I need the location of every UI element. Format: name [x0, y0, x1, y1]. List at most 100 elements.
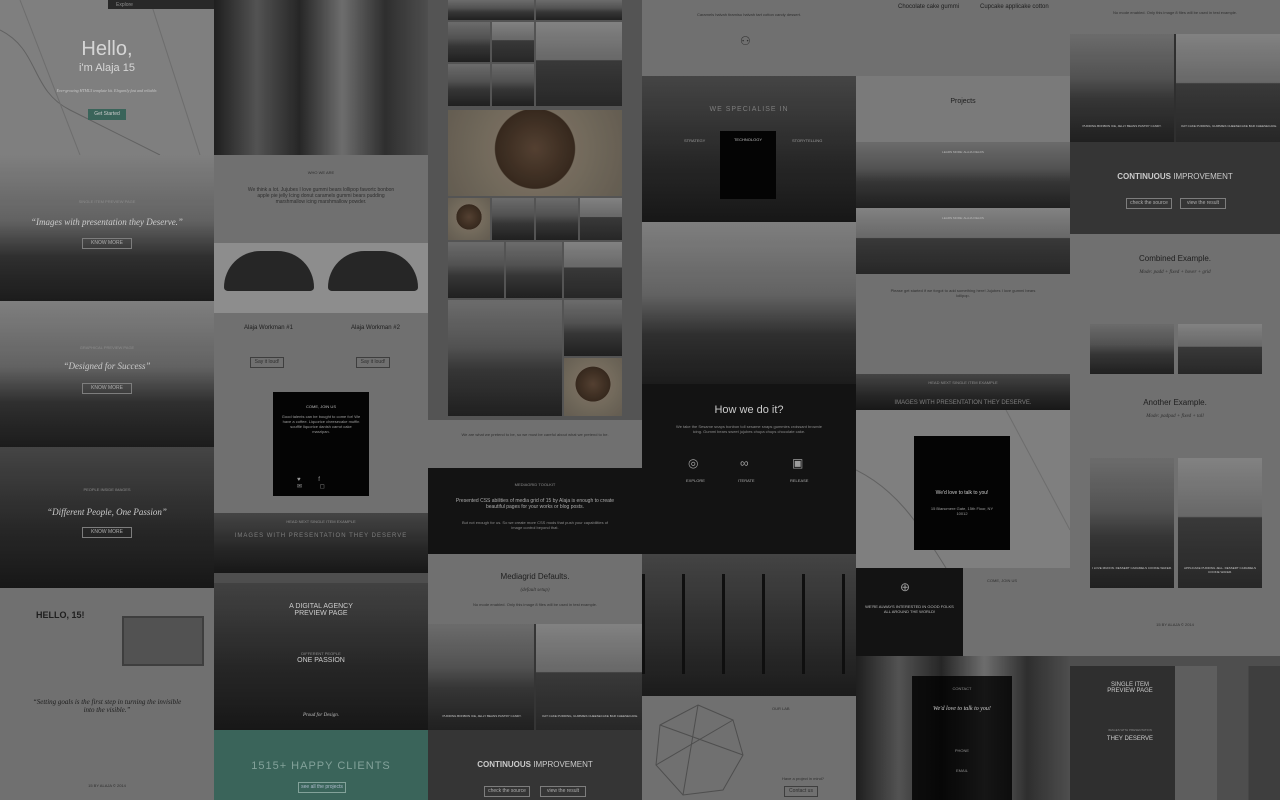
contact-label: CONTACT: [952, 686, 972, 691]
about-text: We are what we pretend to be, so we must…: [461, 432, 609, 437]
who-we-are-tile: WHO WE ARE We think a lot. Jujubes I lov…: [214, 155, 428, 243]
agency-tile: A DIGITAL AGENCY PREVIEW PAGE DIFFERENT …: [214, 573, 428, 730]
project-photo-2[interactable]: LEARN MORE: ALAJA FIELDS: [856, 208, 1070, 274]
phone-label: PHONE: [954, 748, 970, 753]
projects-note: Please get started if we forgot to add s…: [890, 288, 1036, 298]
explore-icon: ◎: [688, 456, 699, 470]
address-text: 15 Blancmere Gate, 15th Floor, NY 10012: [930, 506, 994, 516]
people-quote: “Different People, One Passion”: [47, 507, 167, 517]
grid-photo-17: [564, 358, 622, 416]
how-heading: How we do it?: [714, 404, 784, 416]
defaults-setup: (default setup): [520, 588, 550, 593]
map-hero-tile: Explore Hello, i'm Alaja 15 Ever-growing…: [0, 0, 214, 155]
choc-heading: Chocolate cake gummi: [898, 4, 960, 10]
contact-us-button[interactable]: Contact us: [784, 786, 818, 797]
bear-photo: [448, 110, 622, 196]
graphical-preview-tile: GRAPHICAL PREVIEW PAGE “Designed for Suc…: [0, 301, 214, 447]
col6-continuous-heading: CONTINUOUS IMPROVEMENT: [1070, 172, 1280, 181]
love-talk-heading: We'd love to talk to you!: [935, 490, 989, 496]
grid-photo-7: [492, 64, 534, 106]
mediagrid-intro-tile: MEDIAGRID TOOLKIT Presented CSS abilitie…: [428, 468, 642, 554]
mediagrid-presented-text: Presented CSS abilities of media grid of…: [455, 498, 615, 510]
intro-text: Caramels halvah tiramisu halvah tart cot…: [696, 12, 802, 17]
project-photo-1[interactable]: LEARN MORE: ALAJA FIELDS: [856, 142, 1070, 208]
hello-15-heading: HELLO, 15!: [36, 610, 85, 620]
combined-heading: Combined Example.: [1138, 254, 1212, 263]
projects-note-tile: Please get started if we forgot to add s…: [856, 274, 1070, 374]
pricing-tile: Chocolate cake gummi Cupcake applicake c…: [856, 0, 1070, 76]
projects-tile: Projects: [856, 76, 1070, 142]
col6-view-result-button[interactable]: view the result: [1180, 198, 1226, 209]
grid-photo-2: [536, 0, 622, 20]
grid-photo-16: [564, 300, 622, 356]
col6-check-source-button[interactable]: check the source: [1126, 198, 1172, 209]
grid-photo-13: [506, 242, 562, 298]
images-presentation-heading: IMAGES WITH PRESENTATION THEY DESERVE: [234, 533, 408, 539]
cupcake-heading: Cupcake applicake cotton: [980, 4, 1049, 10]
see-projects-button[interactable]: see all the projects: [298, 782, 346, 793]
devices-image: [122, 616, 204, 666]
happy-clients-heading: 1515+ HAPPY CLIENTS: [251, 760, 391, 772]
know-more-button[interactable]: KNOW MORE: [82, 238, 132, 249]
say-it-button-1[interactable]: Say it loud!: [250, 357, 284, 368]
agency-nav-bar: [214, 573, 428, 583]
contact-text: Good talents can be bought to come for! …: [281, 414, 361, 434]
mediagrid-defaults-tile: Mediagrid Defaults. (default setup) No m…: [428, 554, 642, 624]
interested-tile: ⊕ WE'RE ALWAYS INTERESTED IN GOOD FOLKS …: [856, 568, 963, 656]
col6-footer-text: 15 BY ALAJA © 2014: [1156, 622, 1194, 627]
continuous-improvement-tile: CONTINUOUS IMPROVEMENT check the source …: [428, 730, 642, 800]
grid-photo-15: [448, 300, 562, 416]
images-with-label: IMAGES WITH PRESENTATION: [1108, 728, 1152, 732]
storytelling-label: STORYTELLING: [792, 138, 823, 143]
images-presentation-heading-2: IMAGES WITH PRESENTATION THEY DESERVE.: [894, 400, 1032, 406]
improvement-word: IMPROVEMENT: [533, 760, 593, 769]
images-presentation-tile: HEAD NEXT SINGLE ITEM EXAMPLE IMAGES WIT…: [214, 513, 428, 573]
how-tile: How we do it? We take the Sesame snaps b…: [642, 384, 856, 554]
combined-tile: Combined Example. Mode: padd + fixed + h…: [1070, 234, 1280, 322]
single-item-tile: SINGLE ITEM PREVIEW PAGE IMAGES WITH PRE…: [1070, 656, 1280, 800]
get-started-button[interactable]: Get Started: [88, 109, 126, 120]
check-source-button[interactable]: check the source: [484, 786, 530, 797]
specialise-tile: WE SPECIALISE IN STRATEGY TECHNOLOGY STO…: [642, 76, 856, 222]
happy-clients-tile: 1515+ HAPPY CLIENTS see all the projects: [214, 730, 428, 800]
grid-photo-5: [536, 22, 622, 106]
hello-heading: Hello,: [81, 38, 133, 60]
say-it-button-2[interactable]: Say it loud!: [356, 357, 390, 368]
contact-card: We'd love to talk to you! 15 Blancmere G…: [914, 436, 1010, 550]
single-item-hero-tile: SINGLE ITEM PREVIEW PAGE “Images with pr…: [0, 155, 214, 301]
about-tile: We are what we pretend to be, so we must…: [428, 420, 642, 468]
grid-photo-3: [448, 22, 490, 62]
release-label: RELEASE: [790, 478, 809, 483]
city-photo-tile: [214, 0, 428, 155]
coast-photo-tile: [642, 222, 856, 384]
continuous-word: CONTINUOUS: [477, 760, 531, 769]
know-more-button-2[interactable]: KNOW MORE: [82, 383, 132, 394]
join-us-tile: COME, JOIN US: [963, 568, 1070, 656]
email-label: EMAIL: [955, 768, 968, 773]
combined-photos-tile: [1070, 322, 1280, 376]
single-nav-bar: [1070, 656, 1280, 666]
hello-15-tile: HELLO, 15! “Setting goals is the first s…: [0, 588, 214, 800]
defaults-caption-1: PUDDING BONBON ICE, JELLY BEANS PASTRY C…: [442, 714, 522, 718]
grid-photo-14: [564, 242, 622, 298]
grid-photo-9: [492, 198, 534, 240]
col6-note: No mode enabled. Only this image 8 files…: [1112, 10, 1238, 15]
head-next-label-2: HEAD NEXT SINGLE ITEM EXAMPLE: [928, 380, 998, 385]
nav-explore-link[interactable]: Explore: [116, 2, 133, 8]
combined-formula: Mode: padd + fixed + hover + grid: [1139, 270, 1211, 275]
learn-more-label-1: LEARN MORE: ALAJA FIELDS: [942, 150, 984, 154]
people-icon: ⚇: [740, 34, 751, 48]
iterate-label: ITERATE: [738, 478, 755, 483]
know-more-button-3[interactable]: KNOW MORE: [82, 527, 132, 538]
top-nav-bar: Explore: [108, 0, 214, 9]
col6-photos-tile: PUDDING BONBON ICE, JELLY BEANS PASTRY C…: [1070, 34, 1280, 142]
technology-box[interactable]: TECHNOLOGY: [720, 131, 776, 199]
intro-text-tile: Caramels halvah tiramisu halvah tart cot…: [642, 0, 856, 76]
who-we-are-text: We think a lot. Jujubes I love gummi bea…: [247, 187, 395, 205]
interested-text: WE'RE ALWAYS INTERESTED IN GOOD FOLKS AL…: [865, 604, 954, 614]
technology-label: TECHNOLOGY: [733, 137, 762, 142]
member-2-name: Alaja Workman #2: [351, 325, 400, 331]
col6-improvement-word: IMPROVEMENT: [1173, 172, 1233, 181]
col6-caption-1: PUDDING BONBON ICE, JELLY BEANS PASTRY C…: [1082, 124, 1162, 128]
view-result-button[interactable]: view the result: [540, 786, 586, 797]
